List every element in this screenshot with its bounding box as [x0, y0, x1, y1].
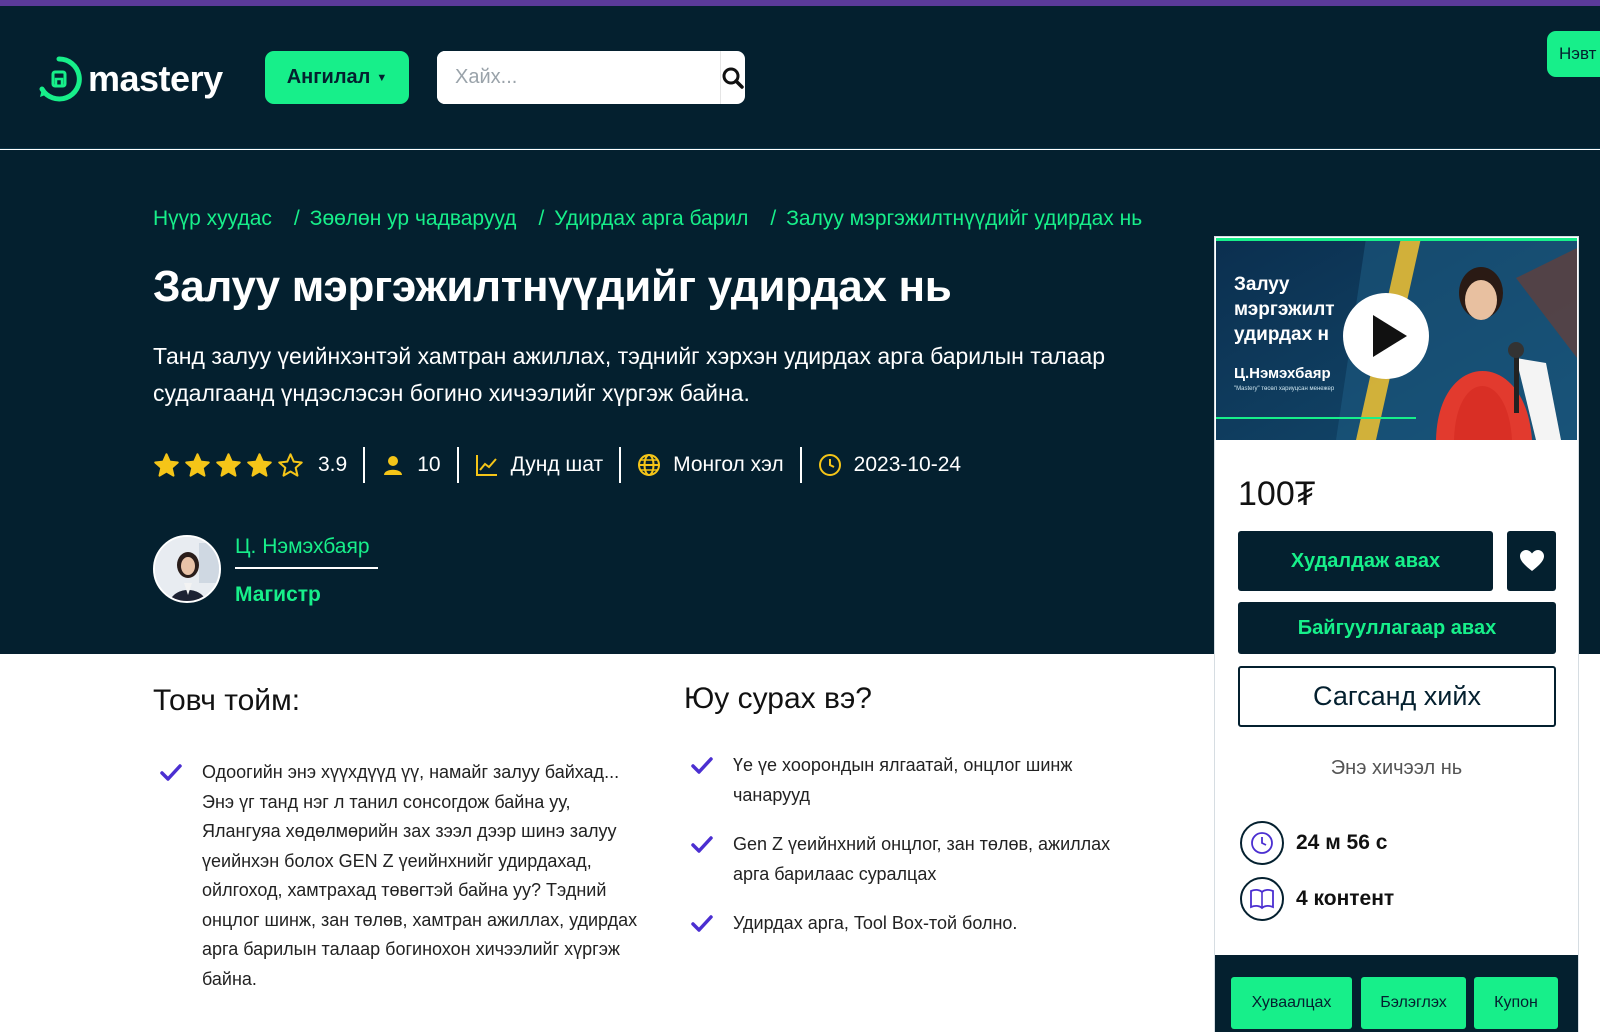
video-title-line2: мэргэжилт: [1234, 299, 1335, 320]
check-icon: [691, 915, 713, 932]
course-meta: 3.9 10 Дунд шат Монгол хэл 2023-10-24: [153, 447, 961, 483]
chevron-down-icon: ▼: [376, 71, 388, 84]
content-row: 4 контент: [1240, 877, 1394, 921]
add-to-cart-button[interactable]: Сагсанд хийх: [1238, 666, 1556, 727]
divider: [619, 447, 622, 483]
buy-as-organization-button[interactable]: Байгууллагаар авах: [1238, 602, 1556, 654]
search-button[interactable]: [720, 51, 745, 104]
logo[interactable]: mastery: [36, 56, 223, 102]
learn-heading: Юу сурах вэ?: [684, 682, 872, 715]
students-count: 10: [417, 453, 441, 476]
course-language: Монгол хэл: [673, 453, 784, 476]
logo-icon: [39, 56, 82, 102]
breadcrumb: Нүүр хуудас / Зөөлөн ур чадварууд / Удир…: [153, 207, 1142, 231]
course-date: 2023-10-24: [853, 453, 962, 476]
author-avatar[interactable]: [153, 535, 221, 603]
list-item: Үе үе хоорондын ялгаатай, онцлог шинж ча…: [691, 751, 1151, 810]
divider: [363, 447, 366, 483]
search-icon: [722, 67, 744, 89]
clock-icon: [1240, 821, 1284, 865]
user-icon: [384, 456, 403, 475]
logo-text: mastery: [88, 58, 223, 99]
video-title-line3: удирдах н: [1234, 324, 1329, 345]
breadcrumb-soft-skills[interactable]: Зөөлөн ур чадварууд: [310, 207, 517, 231]
share-button[interactable]: Хуваалцах: [1231, 977, 1352, 1029]
search-box: [437, 51, 745, 104]
includes-heading: Энэ хичээл нь: [1330, 757, 1463, 779]
book-icon: [1240, 877, 1284, 921]
buy-button[interactable]: Худалдаж авах: [1238, 531, 1493, 591]
course-title: Залуу мэргэжилтнүүдийг удирдах нь: [153, 262, 952, 311]
video-presenter: Ц.Нэмэхбаяр: [1234, 365, 1331, 382]
breadcrumb-home[interactable]: Нүүр хуудас: [153, 207, 272, 231]
breadcrumb-separator: /: [770, 207, 777, 230]
duration-value: 24 м 56 с: [1296, 831, 1388, 854]
breadcrumb-management[interactable]: Удирдах арга барил: [554, 207, 748, 231]
overview-heading: Товч тойм:: [153, 684, 301, 717]
author-degree: Магистр: [235, 583, 321, 606]
video-presenter-role: "Mastery" төсөл хариуцсан менежер: [1234, 386, 1335, 392]
author-name-link[interactable]: Ц. Нэмэхбаяр: [235, 535, 378, 569]
breadcrumb-separator: /: [538, 207, 545, 230]
course-level: Дунд шат: [510, 453, 604, 476]
favorite-button[interactable]: [1507, 531, 1556, 591]
course-description: Танд залуу үеийнхэнтэй хамтран ажиллах, …: [153, 343, 1106, 406]
rating-value: 3.9: [318, 453, 348, 476]
coupon-button[interactable]: Купон: [1474, 977, 1558, 1029]
list-item: Удирдах арга, Tool Box-той болно.: [691, 909, 1151, 939]
star-icon: [216, 452, 241, 477]
purchase-card: Залуу мэргэжилт удирдах н Ц.Нэмэхбаяр "M…: [1214, 236, 1579, 1032]
play-icon[interactable]: [1343, 293, 1429, 379]
price: 100₮: [1238, 475, 1316, 513]
clock-icon: [818, 454, 841, 476]
rating-stars: [153, 452, 304, 479]
star-icon: [247, 452, 272, 477]
star-icon: [278, 452, 303, 477]
content-count: 4 контент: [1296, 887, 1395, 910]
duration-row: 24 м 56 с: [1240, 821, 1387, 865]
heart-icon: [1519, 550, 1544, 571]
video-title-line1: Залуу: [1234, 274, 1290, 295]
learn-item: Үе үе хоорондын ялгаатай, онцлог шинж ча…: [733, 755, 1073, 805]
divider: [456, 447, 459, 483]
author-block: Ц. Нэмэхбаяр Магистр: [153, 535, 378, 607]
chart-icon: [475, 455, 497, 476]
star-icon: [185, 452, 210, 477]
star-icon: [154, 452, 179, 477]
list-item: Gen Z үеийнхний онцлог, зан төлөв, ажилл…: [691, 830, 1151, 889]
globe-icon: [638, 454, 661, 476]
list-item: Одоогийн энэ хүүхдүүд үү, намайг залуу б…: [160, 758, 650, 994]
learn-list: Үе үе хоорондын ялгаатай, онцлог шинж ча…: [691, 751, 1151, 939]
category-label: Ангилал: [286, 66, 371, 88]
breadcrumb-current[interactable]: Залуу мэргэжилтнүүдийг удирдах нь: [786, 207, 1142, 231]
author-info: Ц. Нэмэхбаяр Магистр: [235, 535, 378, 607]
check-icon: [691, 836, 713, 853]
overview-text: Одоогийн энэ хүүхдүүд үү, намайг залуу б…: [202, 762, 638, 989]
navbar: mastery Ангилал ▼ Нэвт: [0, 6, 1600, 149]
card-footer: Хуваалцах Бэлэглэх Купон: [1215, 955, 1578, 1032]
overview-list: Одоогийн энэ хүүхдүүд үү, намайг залуу б…: [160, 758, 650, 994]
gift-button[interactable]: Бэлэглэх: [1361, 977, 1466, 1029]
divider: [799, 447, 802, 483]
learn-item: Удирдах арга, Tool Box-той болно.: [733, 913, 1018, 933]
learn-item: Gen Z үеийнхний онцлог, зан төлөв, ажилл…: [733, 834, 1111, 884]
video-preview[interactable]: Залуу мэргэжилт удирдах н Ц.Нэмэхбаяр "M…: [1216, 238, 1577, 440]
check-icon: [160, 764, 182, 781]
check-icon: [691, 757, 713, 774]
video-thumbnail: Залуу мэргэжилт удирдах н Ц.Нэмэхбаяр "M…: [1216, 238, 1577, 440]
login-button[interactable]: Нэвт: [1547, 31, 1600, 77]
category-button[interactable]: Ангилал ▼: [265, 51, 409, 104]
search-input[interactable]: [437, 51, 720, 104]
breadcrumb-separator: /: [293, 207, 300, 230]
